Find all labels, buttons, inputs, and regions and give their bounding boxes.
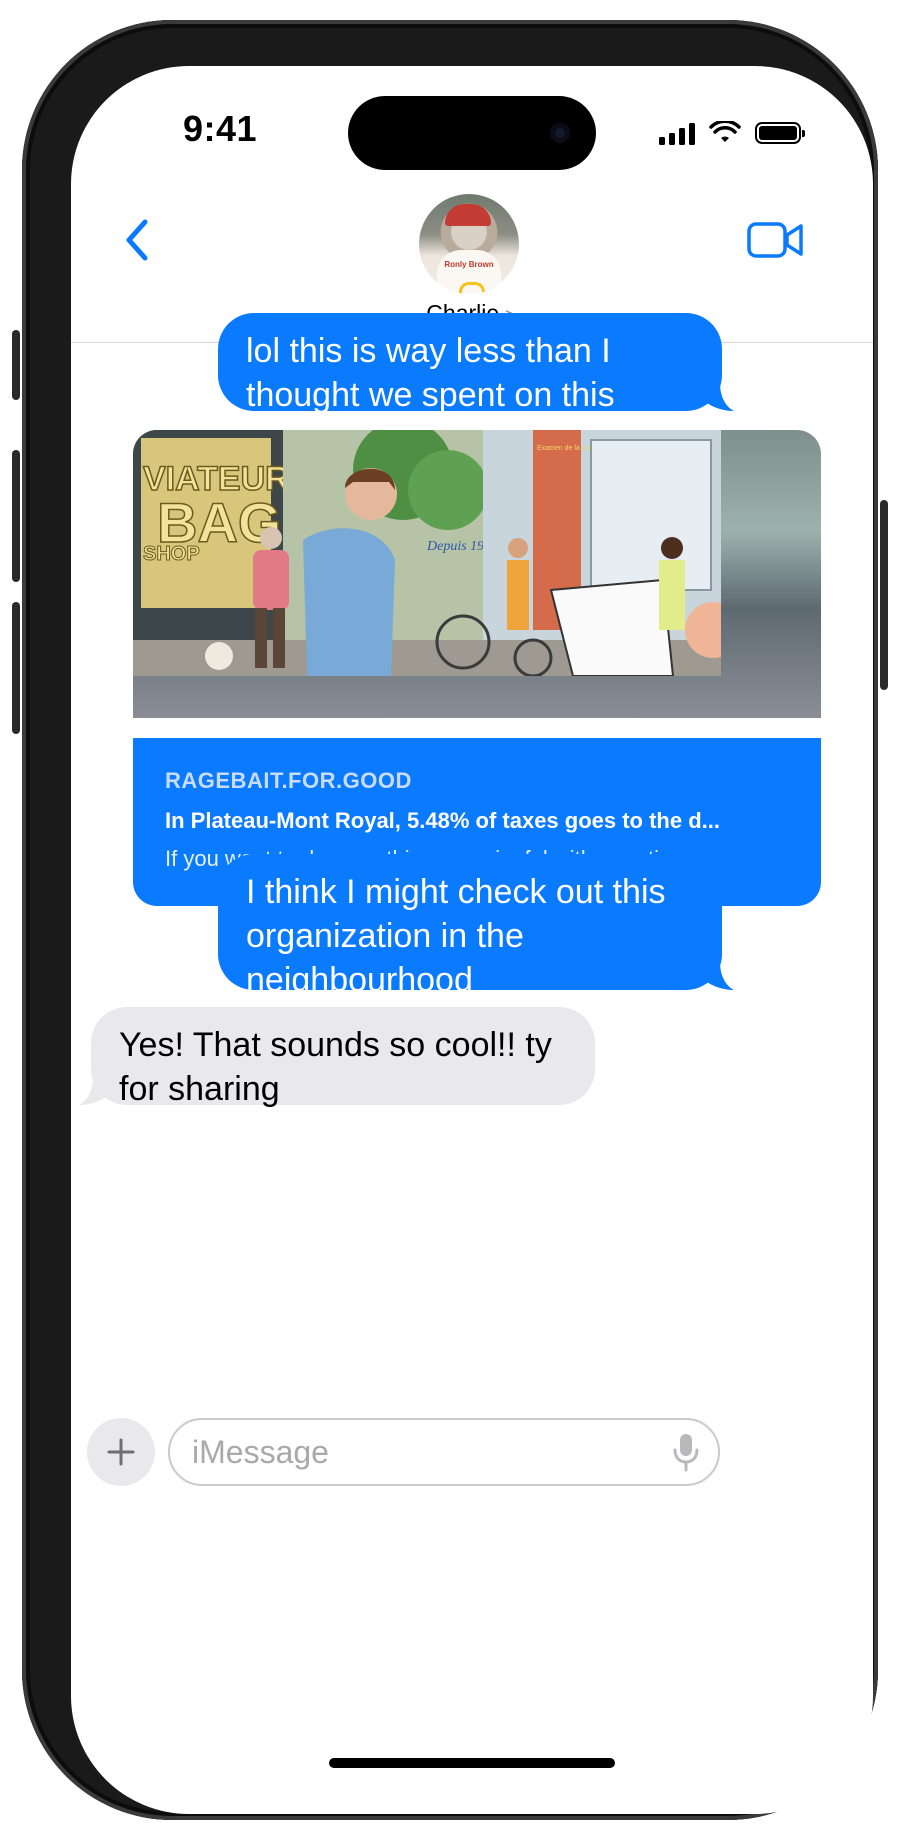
message-bubble-sent[interactable]: lol this is way less than I thought we s… — [218, 313, 734, 414]
volume-down-button — [12, 602, 20, 734]
apps-plus-button[interactable] — [87, 1418, 155, 1486]
link-domain: RAGEBAIT.FOR.GOOD — [165, 768, 412, 793]
link-title: In Plateau-Mont Royal, 5.48% of taxes go… — [165, 808, 720, 833]
chevron-left-icon — [126, 219, 148, 261]
link-preview-image[interactable]: VIATEUR BAGEL SHOP Depuis 1957 Examen de… — [133, 430, 821, 718]
action-button — [12, 330, 20, 400]
video-camera-icon — [747, 222, 803, 258]
message-input[interactable] — [168, 1418, 720, 1486]
shop-sign-text: SHOP — [143, 543, 200, 565]
avatar-shirt-text: Ronly Brown — [444, 260, 494, 269]
wifi-icon — [709, 121, 741, 142]
message-text: Yes! That sounds so cool!! ty for sharin… — [119, 1026, 552, 1108]
store-sign-text: Examen de la vue — [537, 445, 593, 452]
status-time: 9:41 — [183, 108, 258, 149]
message-text: lol this is way less than I thought we s… — [246, 332, 615, 414]
bubble-tail — [704, 962, 734, 990]
video-call-button[interactable] — [747, 220, 805, 260]
status-icons — [659, 118, 805, 148]
avatar[interactable]: Ronly Brown — [419, 194, 519, 294]
message-bubble-received[interactable]: Yes! That sounds so cool!! ty for sharin… — [79, 1007, 595, 1108]
screen: 9:41 Ronly Brown lol this is way less th… — [71, 66, 873, 1814]
power-button — [880, 500, 888, 690]
message-text: I think I might check out this organizat… — [246, 873, 666, 999]
home-indicator[interactable] — [329, 1758, 615, 1768]
back-button[interactable] — [119, 212, 159, 268]
link-preview-card[interactable]: VIATEUR BAGEL SHOP Depuis 1957 Examen de… — [133, 430, 821, 906]
front-camera-icon — [550, 123, 570, 143]
bubble-tail — [704, 383, 734, 411]
plus-icon — [107, 1438, 135, 1466]
bubble-tail — [79, 1077, 109, 1105]
message-bubble-sent[interactable]: I think I might check out this organizat… — [218, 854, 734, 999]
cellular-signal-icon — [659, 121, 695, 145]
street-illustration: VIATEUR BAGEL SHOP Depuis 1957 Examen de… — [133, 430, 721, 676]
battery-icon — [755, 122, 805, 144]
microphone-icon[interactable] — [671, 1432, 701, 1472]
volume-up-button — [12, 450, 20, 582]
dynamic-island — [348, 96, 596, 170]
phone-frame: 9:41 Ronly Brown lol this is way less th… — [12, 20, 888, 1820]
